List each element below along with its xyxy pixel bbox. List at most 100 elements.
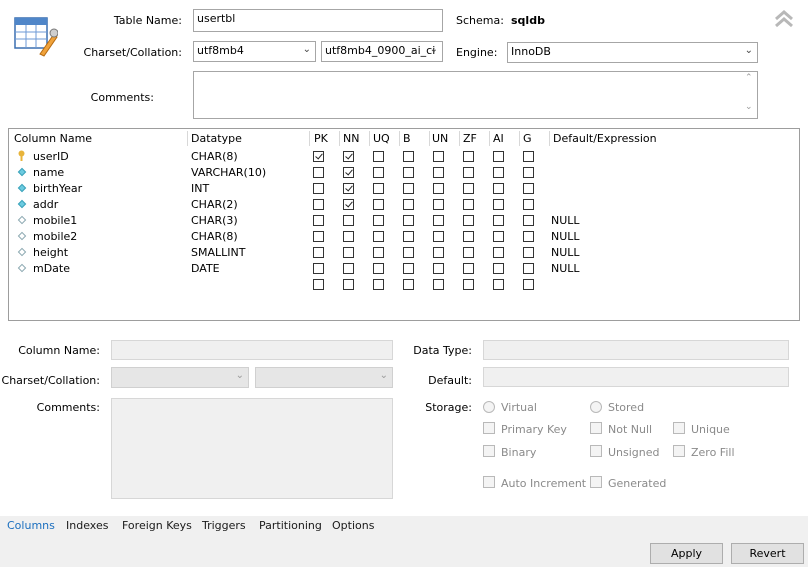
un-checkbox[interactable] <box>433 231 444 242</box>
ai-checkbox[interactable] <box>493 167 504 178</box>
table-row[interactable]: birthYear INT <box>9 181 799 197</box>
default-input[interactable] <box>483 367 789 387</box>
table-row[interactable]: mobile1 CHAR(3) NULL <box>9 213 799 229</box>
apply-button[interactable]: Apply <box>650 543 723 564</box>
zf-checkbox[interactable] <box>463 215 474 226</box>
table-name-input[interactable]: usertbl <box>193 9 443 32</box>
tab-triggers[interactable]: Triggers <box>202 519 246 532</box>
pk-checkbox[interactable] <box>313 279 324 290</box>
pk-checkbox[interactable] <box>313 215 324 226</box>
engine-select[interactable]: InnoDB ⌄ <box>507 42 758 63</box>
datatype-cell[interactable]: DATE <box>191 262 220 275</box>
column-name-cell[interactable]: height <box>33 246 68 259</box>
b-checkbox[interactable] <box>403 199 414 210</box>
unsigned-checkbox[interactable] <box>590 445 602 457</box>
g-checkbox[interactable] <box>523 231 534 242</box>
unique-checkbox[interactable] <box>673 422 685 434</box>
ai-checkbox[interactable] <box>493 263 504 274</box>
column-name-cell[interactable]: addr <box>33 198 58 211</box>
ai-checkbox[interactable] <box>493 183 504 194</box>
table-row[interactable] <box>9 277 799 293</box>
un-checkbox[interactable] <box>433 167 444 178</box>
charset-select[interactable]: utf8mb4 ⌄ <box>193 41 316 62</box>
zf-checkbox[interactable] <box>463 247 474 258</box>
tab-foreign-keys[interactable]: Foreign Keys <box>122 519 192 532</box>
zf-checkbox[interactable] <box>463 183 474 194</box>
tab-columns[interactable]: Columns <box>7 519 55 532</box>
zf-checkbox[interactable] <box>463 231 474 242</box>
g-checkbox[interactable] <box>523 183 534 194</box>
zf-checkbox[interactable] <box>463 263 474 274</box>
pk-checkbox[interactable] <box>313 151 324 162</box>
un-checkbox[interactable] <box>433 199 444 210</box>
nn-checkbox[interactable] <box>343 231 354 242</box>
column-comments-textarea[interactable] <box>111 398 393 499</box>
table-row[interactable]: height SMALLINT NULL <box>9 245 799 261</box>
uq-checkbox[interactable] <box>373 279 384 290</box>
g-checkbox[interactable] <box>523 247 534 258</box>
pk-checkbox[interactable] <box>313 199 324 210</box>
scroll-up-icon[interactable]: ⌃ <box>745 73 753 83</box>
b-checkbox[interactable] <box>403 167 414 178</box>
b-checkbox[interactable] <box>403 279 414 290</box>
stored-radio[interactable] <box>590 401 602 413</box>
ai-checkbox[interactable] <box>493 215 504 226</box>
datatype-cell[interactable]: CHAR(3) <box>191 214 238 227</box>
table-row[interactable]: name VARCHAR(10) <box>9 165 799 181</box>
column-name-input[interactable] <box>111 340 393 360</box>
un-checkbox[interactable] <box>433 279 444 290</box>
un-checkbox[interactable] <box>433 183 444 194</box>
binary-checkbox[interactable] <box>483 445 495 457</box>
column-name-cell[interactable]: name <box>33 166 64 179</box>
default-cell[interactable]: NULL <box>551 246 580 259</box>
collation-select[interactable]: utf8mb4_0900_ai_ci ⌄ <box>321 41 443 62</box>
uq-checkbox[interactable] <box>373 263 384 274</box>
datatype-cell[interactable]: VARCHAR(10) <box>191 166 266 179</box>
uq-checkbox[interactable] <box>373 151 384 162</box>
b-checkbox[interactable] <box>403 151 414 162</box>
zf-checkbox[interactable] <box>463 279 474 290</box>
table-row[interactable]: mDate DATE NULL <box>9 261 799 277</box>
zf-checkbox[interactable] <box>463 167 474 178</box>
data-type-input[interactable] <box>483 340 789 360</box>
un-checkbox[interactable] <box>433 215 444 226</box>
b-checkbox[interactable] <box>403 263 414 274</box>
table-row[interactable]: mobile2 CHAR(8) NULL <box>9 229 799 245</box>
default-cell[interactable]: NULL <box>551 262 580 275</box>
column-collation-select[interactable]: ⌄ <box>255 367 393 388</box>
ai-checkbox[interactable] <box>493 247 504 258</box>
pk-checkbox[interactable] <box>313 183 324 194</box>
uq-checkbox[interactable] <box>373 231 384 242</box>
tab-partitioning[interactable]: Partitioning <box>259 519 322 532</box>
datatype-cell[interactable]: SMALLINT <box>191 246 245 259</box>
datatype-cell[interactable]: CHAR(8) <box>191 230 238 243</box>
column-name-cell[interactable]: birthYear <box>33 182 82 195</box>
ai-checkbox[interactable] <box>493 151 504 162</box>
b-checkbox[interactable] <box>403 215 414 226</box>
datatype-cell[interactable]: CHAR(8) <box>191 150 238 163</box>
table-row[interactable]: addr CHAR(2) <box>9 197 799 213</box>
ai-checkbox[interactable] <box>493 231 504 242</box>
pk-checkbox[interactable] <box>313 167 324 178</box>
g-checkbox[interactable] <box>523 167 534 178</box>
auto-increment-checkbox[interactable] <box>483 476 495 488</box>
virtual-radio[interactable] <box>483 401 495 413</box>
nn-checkbox[interactable] <box>343 263 354 274</box>
pk-checkbox[interactable] <box>313 231 324 242</box>
zf-checkbox[interactable] <box>463 199 474 210</box>
g-checkbox[interactable] <box>523 215 534 226</box>
tab-indexes[interactable]: Indexes <box>66 519 108 532</box>
b-checkbox[interactable] <box>403 183 414 194</box>
g-checkbox[interactable] <box>523 199 534 210</box>
column-name-cell[interactable]: userID <box>33 150 69 163</box>
nn-checkbox[interactable] <box>343 247 354 258</box>
g-checkbox[interactable] <box>523 263 534 274</box>
b-checkbox[interactable] <box>403 231 414 242</box>
uq-checkbox[interactable] <box>373 215 384 226</box>
datatype-cell[interactable]: CHAR(2) <box>191 198 238 211</box>
datatype-cell[interactable]: INT <box>191 182 209 195</box>
generated-checkbox[interactable] <box>590 476 602 488</box>
uq-checkbox[interactable] <box>373 183 384 194</box>
uq-checkbox[interactable] <box>373 167 384 178</box>
b-checkbox[interactable] <box>403 247 414 258</box>
